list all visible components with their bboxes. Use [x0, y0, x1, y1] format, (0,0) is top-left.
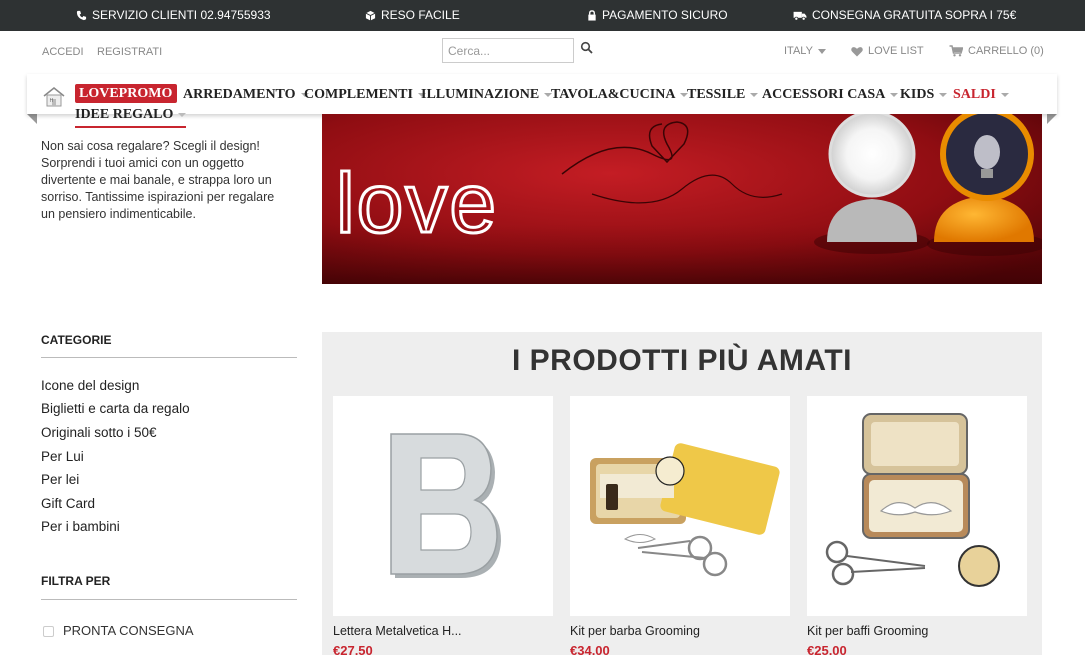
heart-icon — [851, 46, 863, 56]
letter-b-image — [390, 433, 501, 578]
nav-item-label: ILLUMINAZIONE — [421, 87, 540, 102]
pronta-consegna-checkbox[interactable] — [43, 626, 54, 637]
product-image[interactable] — [570, 396, 790, 616]
chevron-down-icon — [750, 93, 759, 97]
customer-service-label: SERVIZIO CLIENTI 02.94755933 — [92, 8, 271, 22]
category-link[interactable]: Per lei — [41, 472, 79, 487]
country-label: ITALY — [784, 45, 813, 57]
nav-item-label: TAVOLA&CUCINA — [551, 87, 676, 102]
nav-item-accessori-casa[interactable]: ACCESSORI CASA — [762, 87, 899, 103]
top-info-bar: SERVIZIO CLIENTI 02.94755933 RESO FACILE… — [0, 0, 1085, 31]
easy-returns-label: RESO FACILE — [381, 8, 460, 22]
nav-ribbon-left — [27, 114, 37, 124]
product-card[interactable]: Kit per barba Grooming €34,00 — [570, 396, 790, 655]
nav-item-label: TESSILE — [687, 87, 746, 102]
truck-icon — [793, 11, 807, 21]
login-link[interactable]: ACCEDI — [42, 46, 84, 58]
moustache-kit-image — [825, 413, 1000, 587]
chevron-down-icon — [890, 93, 899, 97]
product-image[interactable] — [333, 396, 553, 616]
nav-item-lovepromo[interactable]: LOVEPROMO — [75, 84, 178, 103]
chevron-down-icon — [1000, 93, 1009, 97]
filter-title: FILTRA PER — [41, 574, 111, 588]
category-intro: Non sai cosa regalare? Scegli il design!… — [41, 139, 275, 221]
cart-label: CARRELLO (0) — [968, 45, 1044, 57]
home-icon[interactable]: H — [43, 87, 65, 107]
pronta-consegna-label[interactable]: PRONTA CONSEGNA — [63, 623, 194, 638]
hero-banner-image: love — [322, 114, 1042, 284]
nav-item-label: ACCESSORI CASA — [762, 87, 886, 102]
product-name[interactable]: Lettera Metalvetica H... — [333, 624, 462, 638]
free-shipping[interactable]: CONSEGNA GRATUITA SOPRA I 75€ — [793, 8, 1016, 22]
box-icon — [365, 10, 376, 21]
nav-item-idee-regalo[interactable]: IDEE REGALO — [75, 107, 187, 128]
nav-item-label: COMPLEMENTI — [304, 87, 413, 102]
product-image[interactable] — [807, 396, 1027, 616]
nav-item-complementi[interactable]: COMPLEMENTI — [304, 87, 426, 103]
nav-item-saldi[interactable]: SALDI — [953, 87, 1009, 103]
categories-title: CATEGORIE — [41, 333, 112, 347]
products-title: I PRODOTTI PIÙ AMATI — [512, 344, 852, 377]
category-link[interactable]: Gift Card — [41, 496, 95, 511]
nav-item-label: ARREDAMENTO — [183, 87, 296, 102]
nav-ribbon-right — [1047, 114, 1057, 124]
banner-word: love — [336, 156, 498, 250]
nav-item-kids[interactable]: KIDS — [900, 87, 948, 103]
category-link[interactable]: Biglietti e carta da regalo — [41, 401, 190, 416]
chevron-down-icon — [178, 113, 187, 117]
secure-payment[interactable]: PAGAMENTO SICURO — [587, 8, 728, 22]
chevron-down-icon — [817, 48, 826, 54]
customer-service[interactable]: SERVIZIO CLIENTI 02.94755933 — [76, 8, 271, 22]
nav-item-label: IDEE REGALO — [75, 107, 174, 122]
search-icon[interactable] — [580, 41, 594, 55]
products-panel: I PRODOTTI PIÙ AMATI Lettera Metalvetica… — [322, 332, 1042, 655]
nav-item-arredamento[interactable]: ARREDAMENTO — [183, 87, 309, 103]
divider — [41, 599, 297, 600]
product-name[interactable]: Kit per barba Grooming — [570, 624, 700, 638]
svg-text:H: H — [50, 98, 54, 104]
product-price: €34,00 — [570, 643, 610, 655]
category-link[interactable]: Per Lui — [41, 449, 84, 464]
product-price: €27,50 — [333, 643, 373, 655]
nav-item-tessile[interactable]: TESSILE — [687, 87, 759, 103]
love-list-link[interactable]: LOVE LIST — [851, 45, 924, 57]
cart-link[interactable]: CARRELLO (0) — [949, 45, 1044, 57]
nav-item-label: KIDS — [900, 87, 935, 102]
product-card[interactable]: Lettera Metalvetica H... €27,50 — [333, 396, 553, 655]
search-input[interactable] — [442, 38, 574, 63]
hero-banner[interactable]: love — [322, 114, 1042, 284]
category-link[interactable]: Per i bambini — [41, 519, 120, 534]
category-link[interactable]: Icone del design — [41, 378, 139, 393]
phone-icon — [76, 10, 87, 20]
product-price: €25,00 — [807, 643, 847, 655]
product-card[interactable]: Kit per baffi Grooming €25,00 — [807, 396, 1027, 655]
easy-returns[interactable]: RESO FACILE — [365, 8, 460, 22]
cart-icon — [949, 45, 963, 57]
divider — [41, 357, 297, 358]
product-name[interactable]: Kit per baffi Grooming — [807, 624, 928, 638]
category-link[interactable]: Originali sotto i 50€ — [41, 425, 157, 440]
secure-payment-label: PAGAMENTO SICURO — [602, 8, 728, 22]
love-list-label: LOVE LIST — [868, 45, 924, 57]
nav-item-label: SALDI — [953, 87, 996, 102]
nav-item-tavola-cucina[interactable]: TAVOLA&CUCINA — [551, 87, 689, 103]
lock-icon — [588, 9, 596, 21]
nav-item-illuminazione[interactable]: ILLUMINAZIONE — [421, 87, 553, 103]
chevron-down-icon — [939, 93, 948, 97]
beard-kit-image — [590, 443, 780, 577]
register-link[interactable]: REGISTRATI — [97, 46, 162, 58]
free-shipping-label: CONSEGNA GRATUITA SOPRA I 75€ — [812, 8, 1017, 22]
country-selector[interactable]: ITALY — [784, 45, 826, 57]
